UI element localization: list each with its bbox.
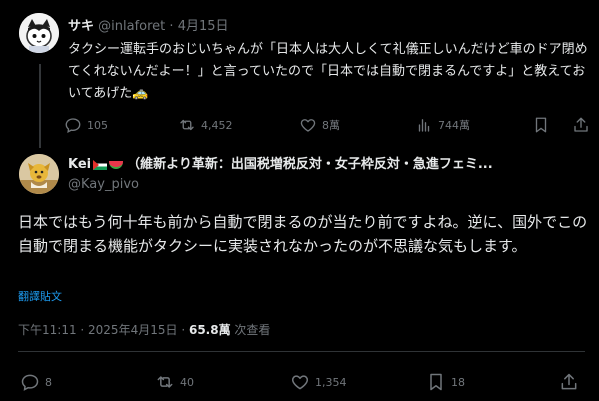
palestine-flag-icon [93,160,108,170]
like-button[interactable]: 1,354 [290,371,347,393]
share-icon [561,373,577,390]
like-button[interactable]: 8萬 [299,114,340,136]
reply-icon [65,118,81,133]
tweet-meta: 下午11:11 · 2025年4月15日 · 65.8萬 次查看 [18,321,270,338]
tweet-date[interactable]: 4月15日 [178,19,229,34]
tweet-header: サキ @inlaforet · 4月15日 [68,18,229,36]
handle[interactable]: @inlaforet [98,19,165,34]
repost-count: 4,452 [201,118,233,132]
share-button[interactable] [572,114,590,136]
repost-button[interactable]: 4,452 [178,114,233,136]
bookmark-button[interactable] [532,114,550,136]
thread-connector-line [39,64,41,148]
reply-count: 105 [87,118,108,132]
share-icon [574,117,588,132]
views-label: 次查看 [234,323,271,337]
tweet-timestamp[interactable]: 下午11:11 · 2025年4月15日 [18,323,177,337]
repost-icon [157,376,173,388]
display-name-prefix: Kei [68,157,92,172]
tweet-actions: 8 40 1,354 18 [18,371,588,393]
repost-count: 40 [180,375,194,389]
display-name[interactable]: Kei （維新より革新：出国税増税反対・女子枠反対・急進フェミ... [68,156,493,174]
reply-icon [21,374,39,391]
bookmark-icon [535,117,547,133]
tweet-thread: サキ @inlaforet · 4月15日 タクシー運転手のおじいちゃんが「日本… [0,0,599,401]
watermelon-icon [109,161,124,169]
reply-button[interactable]: 8 [20,371,52,393]
reply-count: 8 [45,375,52,389]
like-count: 8萬 [322,119,340,132]
views-button[interactable]: 744萬 [415,114,470,136]
separator-dot: · [181,323,186,337]
display-name-suffix: （維新より革新：出国税増税反対・女子枠反対・急進フェミ... [127,157,493,172]
heart-icon [300,119,316,132]
share-button[interactable] [559,371,579,393]
display-name[interactable]: サキ [68,19,94,34]
tweet-actions: 105 4,452 8萬 744萬 [62,114,592,136]
handle[interactable]: @Kay_pivo [68,176,139,194]
separator-dot: · [169,19,174,34]
like-count: 1,354 [315,375,347,389]
analytics-icon [418,119,430,132]
tweet-text: タクシー運転手のおじいちゃんが「日本人は大人しくて礼儀正しいんだけど車のドア閉め… [68,42,588,101]
bookmark-count: 18 [451,375,465,389]
avatar[interactable] [19,13,59,53]
heart-icon [291,375,309,390]
views-count: 65.8萬 [188,323,231,337]
avatar[interactable] [19,154,59,194]
translate-post-link[interactable]: 翻譯貼文 [18,288,62,304]
views-count: 744萬 [438,119,470,132]
tweet-text: 日本ではもう何十年も前から自動で閉まるのが当たり前ですよね。逆に、国外でこの自動… [18,213,588,255]
bookmark-icon [430,373,442,391]
reply-button[interactable]: 105 [64,114,108,136]
bookmark-button[interactable]: 18 [426,371,465,393]
repost-icon [180,119,194,131]
divider [18,351,585,352]
repost-button[interactable]: 40 [155,371,194,393]
